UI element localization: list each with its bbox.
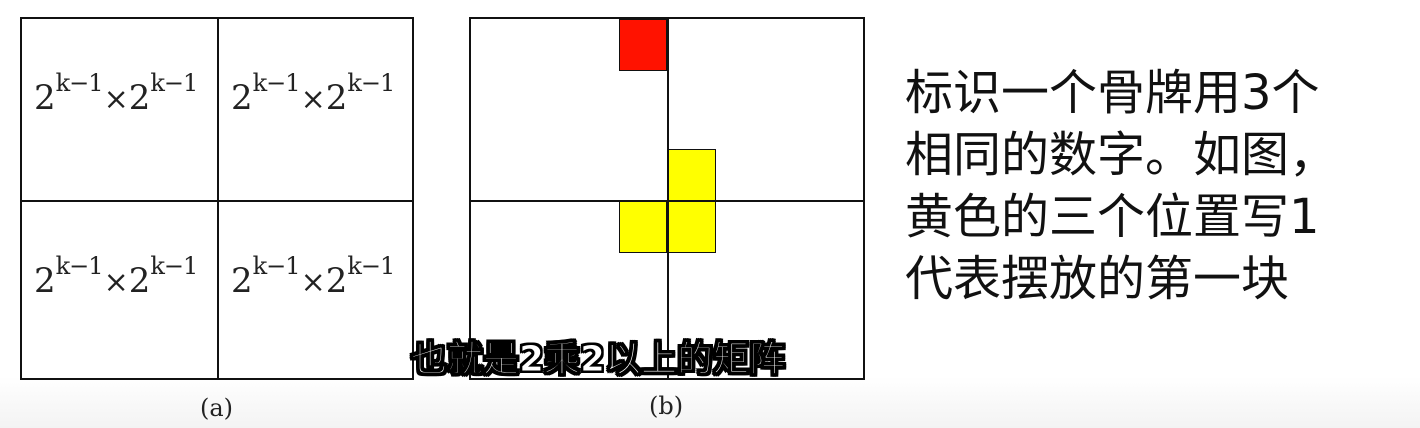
formula-exponent: k−1 [150, 252, 198, 280]
formula-times: × [300, 82, 326, 117]
formula-base: 2 [325, 78, 348, 118]
special-square [619, 19, 667, 71]
formula-exponent: k−1 [252, 69, 301, 97]
quadrant-top-left: 2k−1×2k−1 [22, 19, 217, 200]
figure-b-grid [469, 17, 865, 380]
formula-exponent: k−1 [252, 252, 301, 280]
formula-exponent: k−1 [55, 252, 104, 280]
formula-exponent: k−1 [150, 69, 198, 97]
formula-base: 2 [325, 261, 348, 301]
quadrant-size-formula: 2k−1×2k−1 [34, 252, 198, 301]
formula-base: 2 [34, 78, 56, 118]
formula-exponent: k−1 [347, 252, 395, 280]
formula-times: × [103, 265, 129, 300]
figure-b-label: (b) [649, 392, 684, 420]
formula-base: 2 [34, 261, 56, 301]
grid-divider-horizontal [471, 200, 863, 202]
formula-base: 2 [231, 78, 253, 118]
quadrant-size-formula: 2k−1×2k−1 [231, 252, 395, 301]
video-frame: 2k−1×2k−1 2k−1×2k−1 2k−1×2k−1 2k−1×2k−1 … [0, 0, 1420, 428]
formula-times: × [103, 82, 129, 117]
formula-base: 2 [128, 261, 151, 301]
tromino-square-bottom-right [668, 201, 716, 253]
formula-base: 2 [231, 261, 253, 301]
tromino-square-bottom-left [619, 201, 667, 253]
explanation-line: 黄色的三个位置写1 [905, 189, 1320, 245]
formula-exponent: k−1 [55, 69, 104, 97]
quadrant-size-formula: 2k−1×2k−1 [231, 69, 395, 118]
tromino-square-top-right [668, 149, 716, 201]
video-subtitle: 也就是2乘2以上的矩阵 [410, 339, 786, 381]
quadrant-top-right: 2k−1×2k−1 [219, 19, 414, 200]
explanation-line: 标识一个骨牌用3个 [905, 65, 1320, 121]
figure-a-grid: 2k−1×2k−1 2k−1×2k−1 2k−1×2k−1 2k−1×2k−1 [20, 17, 414, 380]
explanation-text: 标识一个骨牌用3个 相同的数字。如图， 黄色的三个位置写1 代表摆放的第一块 [905, 62, 1405, 310]
explanation-line: 相同的数字。如图， [905, 127, 1338, 183]
quadrant-size-formula: 2k−1×2k−1 [34, 69, 198, 118]
explanation-line: 代表摆放的第一块 [905, 251, 1290, 307]
formula-times: × [300, 265, 326, 300]
formula-base: 2 [128, 78, 151, 118]
figure-a-label: (a) [200, 394, 234, 422]
formula-exponent: k−1 [347, 69, 395, 97]
